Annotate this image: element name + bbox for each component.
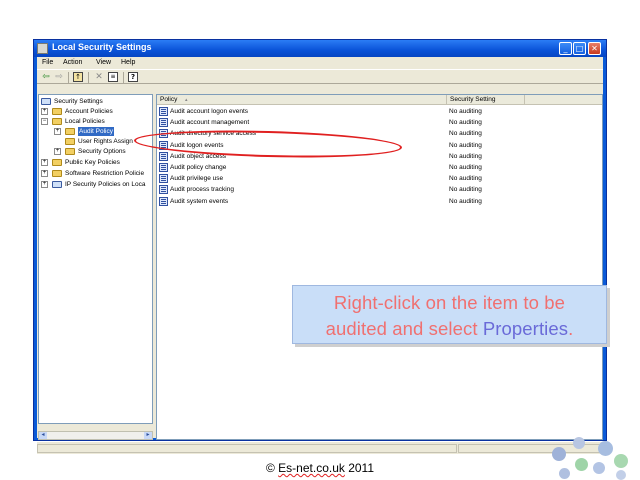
- footer-brand: Es-net.co.uk: [278, 461, 345, 475]
- policy-setting: No auditing: [449, 152, 482, 160]
- collapse-icon[interactable]: −: [41, 118, 48, 125]
- folder-icon: [65, 128, 75, 135]
- window-title: Local Security Settings: [52, 42, 152, 52]
- policy-icon: [159, 163, 168, 172]
- title-bar[interactable]: Local Security Settings _ □ ✕: [34, 40, 606, 57]
- menu-view[interactable]: View: [96, 59, 111, 66]
- window-client: File Action View Help ⇦ ⇨ ↑ ✕ ≡ ? Securi…: [37, 57, 603, 454]
- decorative-bubble: [559, 468, 570, 479]
- maximize-button[interactable]: □: [573, 42, 586, 55]
- policy-icon: [159, 151, 168, 161]
- minimize-button[interactable]: _: [559, 42, 572, 55]
- delete-icon[interactable]: ✕: [94, 72, 104, 82]
- menu-bar: File Action View Help: [37, 57, 603, 68]
- policy-name: Audit policy change: [170, 164, 227, 171]
- folder-icon: [52, 108, 62, 115]
- decorative-bubble: [552, 447, 566, 461]
- policy-name: Audit process tracking: [170, 186, 234, 194]
- toolbar-separator: [68, 72, 69, 83]
- copyright-footer: © Es-net.co.uk 2011: [265, 461, 375, 475]
- status-bar: [37, 442, 603, 454]
- app-icon: [37, 43, 48, 54]
- menu-action[interactable]: Action: [63, 59, 82, 66]
- tree-pane[interactable]: Security Settings + Account Policies − L…: [38, 94, 153, 424]
- expand-icon[interactable]: +: [41, 108, 48, 115]
- expand-icon[interactable]: +: [41, 181, 48, 188]
- policy-setting: No auditing: [449, 175, 482, 183]
- policy-setting: No auditing: [449, 119, 482, 127]
- help-icon[interactable]: ?: [128, 72, 138, 82]
- table-row[interactable]: Audit account logon events No auditing: [157, 106, 597, 117]
- table-row[interactable]: Audit account management No auditing: [157, 117, 597, 128]
- callout-line-2: audited and select: [325, 318, 483, 339]
- tree-horizontal-scrollbar[interactable]: ◂ ▸: [38, 431, 153, 440]
- back-arrow-icon[interactable]: ⇦: [41, 72, 51, 82]
- menu-help[interactable]: Help: [121, 59, 135, 66]
- decorative-bubble: [575, 458, 588, 471]
- decorative-bubble: [573, 437, 585, 449]
- scroll-right-icon[interactable]: ▸: [144, 432, 152, 439]
- policy-icon: [159, 174, 168, 184]
- decorative-bubble: [616, 470, 626, 480]
- scroll-left-icon[interactable]: ◂: [39, 432, 47, 439]
- status-segment: [37, 444, 457, 453]
- policy-name: Audit system events: [170, 197, 229, 205]
- expand-icon[interactable]: +: [41, 159, 48, 166]
- computer-icon: [41, 98, 51, 105]
- table-row[interactable]: Audit system events No auditing: [157, 196, 597, 207]
- policy-icon: [159, 185, 168, 195]
- policy-setting: No auditing: [449, 186, 482, 194]
- policy-name: Audit account management: [170, 119, 250, 127]
- table-row[interactable]: Audit policy change No auditing: [157, 162, 597, 173]
- toolbar: ⇦ ⇨ ↑ ✕ ≡ ?: [37, 69, 603, 84]
- policy-icon: [159, 196, 168, 206]
- folder-icon: [52, 159, 62, 166]
- folder-icon: [65, 138, 75, 145]
- instruction-callout: Right-click on the item to be audited an…: [292, 285, 607, 344]
- policy-name: Audit privilege use: [170, 175, 224, 183]
- policy-setting: No auditing: [449, 141, 482, 149]
- folder-icon: [65, 148, 75, 155]
- column-header-empty: [525, 95, 602, 105]
- policy-setting: No auditing: [449, 130, 482, 138]
- table-row[interactable]: Audit privilege use No auditing: [157, 173, 597, 184]
- close-button[interactable]: ✕: [588, 42, 601, 55]
- column-header-policy[interactable]: Policy ▴: [157, 95, 447, 105]
- toolbar-separator: [88, 72, 89, 83]
- expand-icon[interactable]: +: [41, 170, 48, 177]
- folder-open-icon: [52, 118, 62, 125]
- decorative-bubble: [598, 441, 613, 456]
- forward-arrow-icon[interactable]: ⇨: [54, 72, 64, 82]
- policy-setting: No auditing: [449, 197, 482, 205]
- up-folder-icon[interactable]: ↑: [73, 72, 83, 82]
- security-icon: [52, 181, 62, 188]
- callout-period: .: [568, 318, 574, 339]
- expand-icon[interactable]: +: [54, 128, 61, 135]
- decorative-bubble: [614, 454, 628, 468]
- callout-line-1: Right-click on the item to be: [333, 292, 566, 313]
- policy-setting: No auditing: [449, 108, 482, 115]
- policy-setting: No auditing: [449, 164, 482, 171]
- menu-file[interactable]: File: [42, 59, 53, 66]
- table-row[interactable]: Audit process tracking No auditing: [157, 184, 597, 195]
- decorative-bubble: [593, 462, 605, 474]
- callout-properties-word: Properties: [482, 318, 569, 339]
- toolbar-separator: [123, 72, 124, 83]
- policy-icon: [159, 118, 168, 128]
- policy-name: Audit account logon events: [170, 108, 249, 115]
- policy-icon: [159, 107, 168, 116]
- column-header-security-setting[interactable]: Security Setting: [447, 95, 525, 105]
- properties-icon[interactable]: ≡: [108, 72, 118, 82]
- sort-arrow-icon: ▴: [185, 97, 188, 103]
- main-window: Local Security Settings _ □ ✕ File Actio…: [33, 39, 607, 454]
- folder-icon: [52, 170, 62, 177]
- expand-icon[interactable]: +: [54, 148, 61, 155]
